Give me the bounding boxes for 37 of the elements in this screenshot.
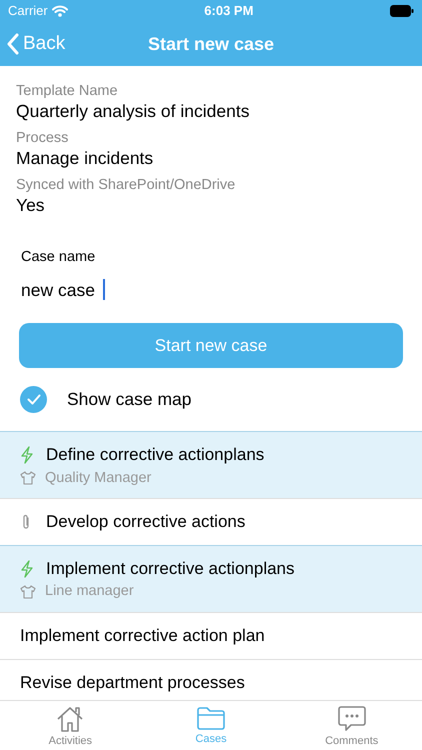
folder-icon (196, 705, 226, 731)
screen-title: Start new case (148, 34, 274, 54)
role-label: Line manager (45, 582, 134, 602)
step-title: Implement corrective action plan (20, 625, 265, 647)
field-label: Case name (21, 248, 96, 267)
field-value: Manage incidents (16, 147, 154, 170)
wifi-icon (52, 5, 68, 17)
step-row[interactable]: Implement corrective action plan (0, 612, 422, 658)
chevron-left-icon (6, 33, 19, 55)
field-label: Template Name (16, 82, 119, 100)
step-title: Develop corrective actions (46, 511, 246, 534)
lightning-icon (20, 446, 34, 464)
paperclip-icon (22, 514, 30, 530)
status-time: 6:03 PM (204, 2, 254, 20)
field-label: Process (16, 129, 70, 147)
step-title: Implement corrective actionplans (46, 558, 295, 580)
tab-button[interactable]: Comments (281, 701, 422, 750)
carrier-label: Carrier (8, 2, 48, 20)
battery-icon (390, 5, 414, 17)
house-icon (55, 705, 86, 733)
role-label: Quality Manager (45, 468, 152, 488)
step-row[interactable]: Implement corrective actionplans Line manager (0, 544, 422, 612)
step-row[interactable]: Define corrective actionplans Quality Manager (0, 431, 422, 498)
lightning-icon (20, 560, 34, 578)
shirt-icon (20, 471, 36, 486)
field-value: Yes (16, 194, 46, 217)
tab-button[interactable]: Activities (0, 701, 141, 750)
checkmark-icon (26, 394, 40, 405)
chat-icon (336, 705, 367, 733)
text-cursor (102, 279, 105, 300)
shirt-icon (20, 585, 36, 600)
checkbox[interactable] (20, 386, 47, 413)
field-value: Quarterly analysis of incidents (16, 100, 250, 123)
checkbox-label: Show case map (67, 388, 192, 411)
field-label: Synced with SharePoint/OneDrive (16, 176, 236, 194)
step-title: Define corrective actionplans (46, 444, 264, 466)
step-title: Revise department processes (20, 672, 245, 694)
